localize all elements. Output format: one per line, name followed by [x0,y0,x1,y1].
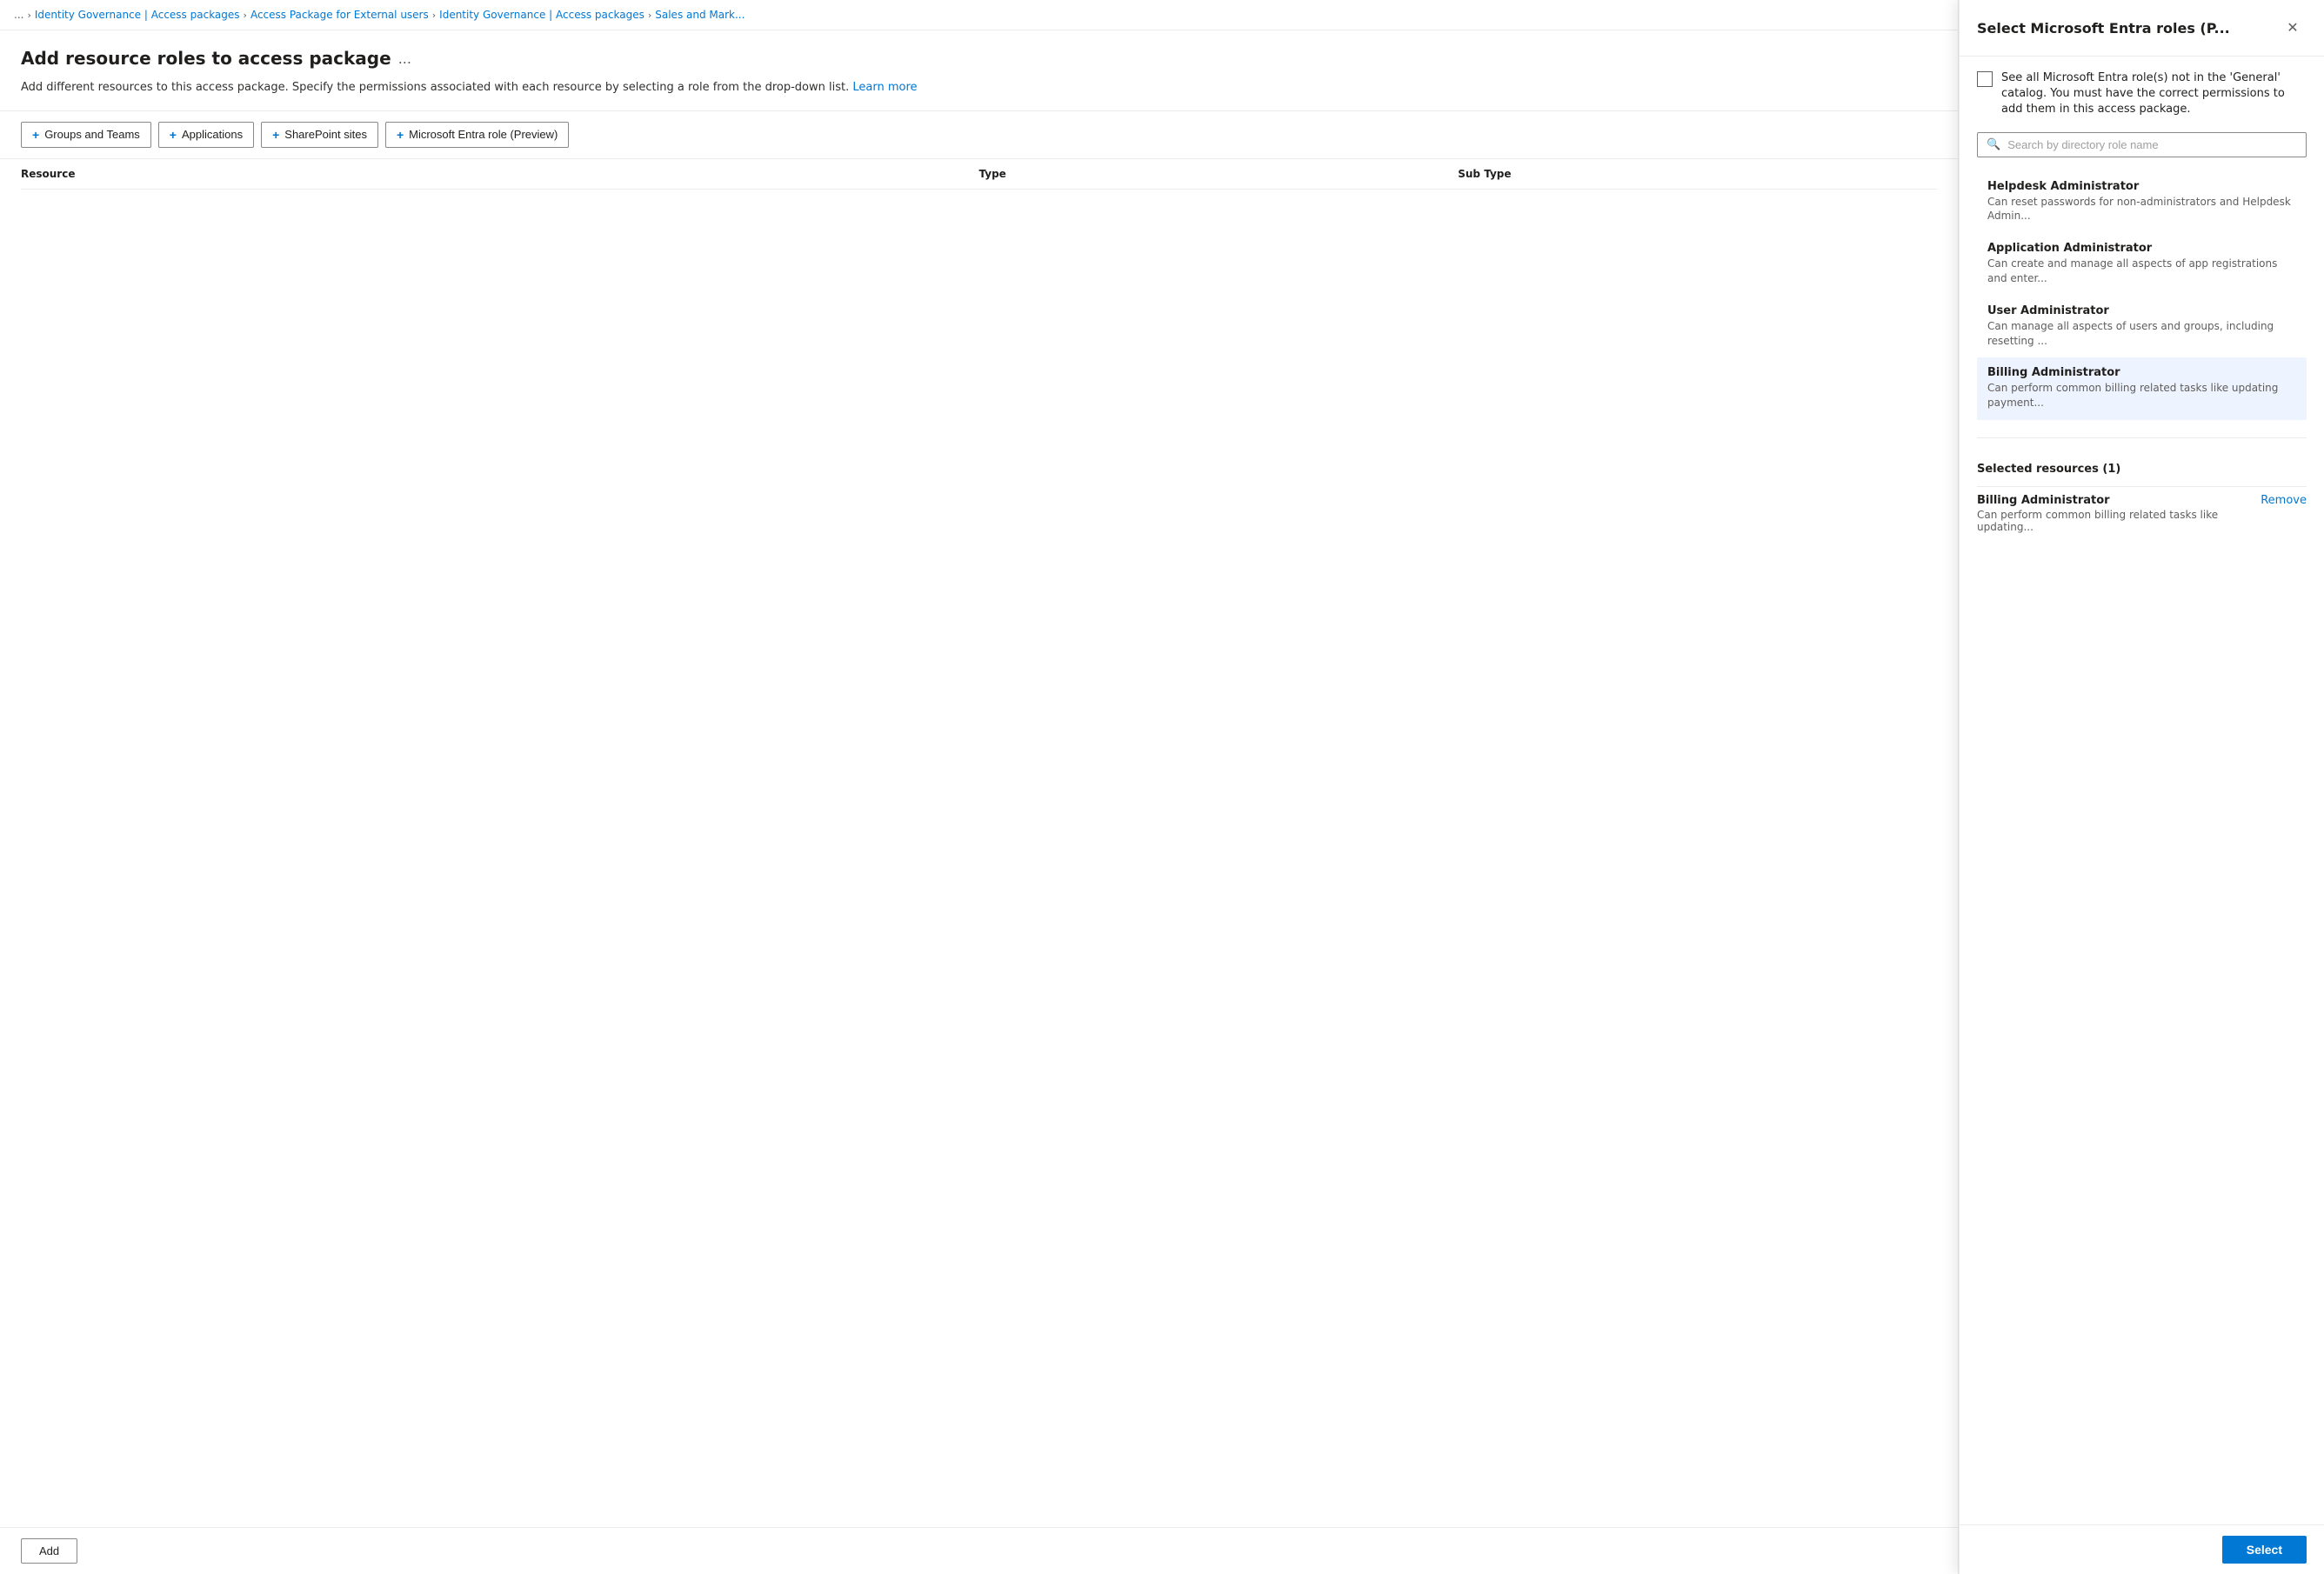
entra-plus-icon: + [397,128,404,142]
entra-role-button[interactable]: + Microsoft Entra role (Preview) [385,122,569,148]
breadcrumb-dots[interactable]: ... [14,9,23,21]
role-item-3[interactable]: Billing Administrator Can perform common… [1977,357,2307,420]
search-input[interactable] [2007,138,2297,151]
breadcrumb-sep-1: › [244,10,247,21]
page-description-text: Add different resources to this access p… [21,81,849,94]
sharepoint-sites-button[interactable]: + SharePoint sites [261,122,378,148]
role-name-3: Billing Administrator [1987,366,2296,379]
side-panel-footer: Select [1960,1524,2324,1574]
page-title: Add resource roles to access package [21,48,391,69]
page-header: Add resource roles to access package ...… [0,30,1958,111]
selected-resources-section: Selected resources (1) Billing Administr… [1977,463,2307,540]
breadcrumb: ... › Identity Governance | Access packa… [0,0,1958,30]
selected-resource-name-0: Billing Administrator [1977,494,2250,507]
search-icon: 🔍 [1987,138,2000,151]
close-button[interactable]: ✕ [2279,14,2307,42]
page-description: Add different resources to this access p… [21,79,1937,97]
see-all-checkbox-row: See all Microsoft Entra role(s) not in t… [1977,70,2307,118]
col-type: Type [979,168,1459,180]
role-item-2[interactable]: User Administrator Can manage all aspect… [1977,296,2307,358]
page-title-row: Add resource roles to access package ... [21,48,1937,69]
remove-link-0[interactable]: Remove [2261,494,2307,507]
applications-plus-icon: + [170,128,177,142]
role-name-0: Helpdesk Administrator [1987,180,2296,193]
breadcrumb-item-3[interactable]: Sales and Mark... [655,9,745,21]
learn-more-link[interactable]: Learn more [852,81,917,94]
table-header: Resource Type Sub Type [21,159,1937,190]
groups-teams-label: Groups and Teams [44,128,140,141]
selected-resource-desc-0: Can perform common billing related tasks… [1977,509,2250,533]
breadcrumb-sep-0: › [27,10,30,21]
col-subtype: Sub Type [1458,168,1937,180]
bottom-bar: Add [0,1527,1958,1574]
side-panel: Select Microsoft Entra roles (P... ✕ See… [1959,0,2324,1574]
toolbar: + Groups and Teams + Applications + Shar… [0,111,1958,159]
role-desc-1: Can create and manage all aspects of app… [1987,257,2296,286]
see-all-checkbox[interactable] [1977,71,1993,87]
side-panel-title: Select Microsoft Entra roles (P... [1977,20,2279,37]
role-list: Helpdesk Administrator Can reset passwor… [1977,171,2307,420]
selected-resources-list: Billing Administrator Can perform common… [1977,486,2307,540]
breadcrumb-sep-3: › [648,10,651,21]
page-title-more[interactable]: ... [398,50,411,67]
sharepoint-label: SharePoint sites [284,128,367,141]
selected-resources-title: Selected resources (1) [1977,463,2307,476]
role-desc-2: Can manage all aspects of users and grou… [1987,319,2296,349]
groups-teams-button[interactable]: + Groups and Teams [21,122,151,148]
breadcrumb-item-2[interactable]: Identity Governance | Access packages [439,9,644,21]
section-divider [1977,437,2307,438]
role-name-2: User Administrator [1987,304,2296,317]
selected-resource-item-0: Billing Administrator Can perform common… [1977,486,2307,540]
role-name-1: Application Administrator [1987,242,2296,255]
col-resource: Resource [21,168,979,180]
role-item-1[interactable]: Application Administrator Can create and… [1977,233,2307,296]
breadcrumb-item-1[interactable]: Access Package for External users [250,9,429,21]
breadcrumb-sep-2: › [432,10,436,21]
groups-teams-plus-icon: + [32,128,39,142]
applications-button[interactable]: + Applications [158,122,254,148]
search-box[interactable]: 🔍 [1977,132,2307,157]
breadcrumb-item-0[interactable]: Identity Governance | Access packages [35,9,240,21]
role-desc-3: Can perform common billing related tasks… [1987,381,2296,410]
applications-label: Applications [182,128,243,141]
selected-resource-info-0: Billing Administrator Can perform common… [1977,494,2250,533]
add-button[interactable]: Add [21,1538,77,1564]
sharepoint-plus-icon: + [272,128,279,142]
role-desc-0: Can reset passwords for non-administrato… [1987,195,2296,224]
main-panel: ... › Identity Governance | Access packa… [0,0,1959,1574]
role-item-0[interactable]: Helpdesk Administrator Can reset passwor… [1977,171,2307,234]
table-container: Resource Type Sub Type [0,159,1958,1528]
entra-label: Microsoft Entra role (Preview) [409,128,558,141]
side-panel-body: See all Microsoft Entra role(s) not in t… [1960,57,2324,1524]
select-button[interactable]: Select [2222,1536,2307,1564]
side-panel-header: Select Microsoft Entra roles (P... ✕ [1960,0,2324,57]
see-all-label: See all Microsoft Entra role(s) not in t… [2001,70,2307,118]
